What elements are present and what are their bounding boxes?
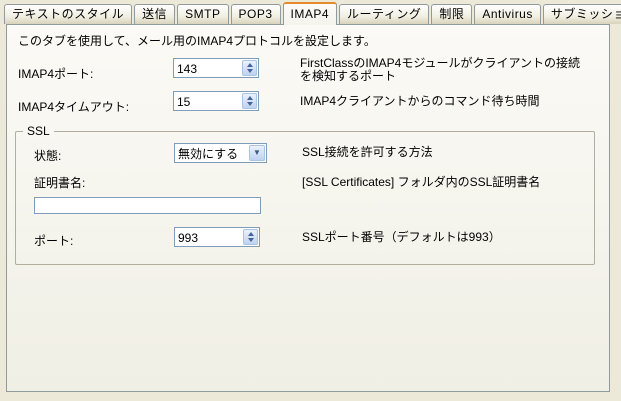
tab-pop3[interactable]: POP3: [231, 4, 281, 24]
imap4-timeout-help: IMAP4クライアントからのコマンド待ち時間: [300, 95, 610, 108]
ssl-state-dropdown[interactable]: 無効にする ▼: [174, 143, 267, 163]
spin-up-icon[interactable]: [247, 63, 253, 67]
ssl-port-input[interactable]: [175, 228, 242, 246]
ssl-certificate-help: [SSL Certificates] フォルダ内のSSL証明書名: [302, 176, 612, 189]
ssl-port-help: SSLポート番号（デフォルトは993）: [302, 231, 612, 244]
spin-up-icon[interactable]: [247, 96, 253, 100]
imap4-port-help: FirstClassのIMAP4モジュールがクライアントの接続 を検知するポート: [300, 57, 610, 83]
chevron-down-icon: ▼: [253, 149, 261, 157]
imap4-port-input[interactable]: [174, 59, 241, 77]
tab-description: このタブを使用して、メール用のIMAP4プロトコルを設定します。: [18, 32, 376, 49]
tab-limits[interactable]: 制限: [431, 4, 472, 24]
ssl-group-title: SSL: [23, 124, 54, 138]
ssl-certificate-input[interactable]: [34, 197, 261, 214]
spin-down-icon[interactable]: [247, 102, 253, 106]
tab-imap4[interactable]: IMAP4: [283, 2, 338, 25]
ssl-port-spinner[interactable]: [243, 229, 258, 245]
imap4-timeout-field: [173, 91, 259, 111]
tab-text-style[interactable]: テキストのスタイル: [4, 4, 132, 24]
spin-down-icon[interactable]: [248, 238, 254, 242]
tab-submission[interactable]: サブミッション: [543, 4, 621, 24]
imap4-port-label: IMAP4ポート:: [18, 65, 93, 82]
ssl-state-help: SSL接続を許可する方法: [302, 146, 612, 159]
imap4-timeout-spinner[interactable]: [242, 93, 257, 109]
ssl-port-field: [174, 227, 260, 247]
ssl-port-label: ポート:: [34, 232, 73, 249]
ssl-group: SSL 状態: 無効にする ▼ SSL接続を許可する方法 証明書名: [SSL …: [15, 131, 595, 265]
imap4-timeout-input[interactable]: [174, 92, 241, 110]
tab-antivirus[interactable]: Antivirus: [474, 4, 541, 24]
tab-bar: テキストのスタイル 送信 SMTP POP3 IMAP4 ルーティング 制限 A…: [4, 2, 619, 24]
ssl-certificate-label: 証明書名:: [34, 174, 85, 191]
tab-smtp[interactable]: SMTP: [177, 4, 228, 24]
tab-send[interactable]: 送信: [134, 4, 175, 24]
spin-up-icon[interactable]: [248, 232, 254, 236]
ssl-state-selected-value: 無効にする: [175, 145, 248, 162]
ssl-state-label: 状態:: [34, 147, 61, 164]
dropdown-button[interactable]: ▼: [249, 145, 265, 161]
imap4-port-field: [173, 58, 259, 78]
imap4-settings-panel: このタブを使用して、メール用のIMAP4プロトコルを設定します。 IMAP4ポー…: [6, 24, 610, 392]
tab-routing[interactable]: ルーティング: [339, 4, 429, 24]
spin-down-icon[interactable]: [247, 69, 253, 73]
imap4-port-spinner[interactable]: [242, 60, 257, 76]
imap4-timeout-label: IMAP4タイムアウト:: [18, 98, 129, 115]
